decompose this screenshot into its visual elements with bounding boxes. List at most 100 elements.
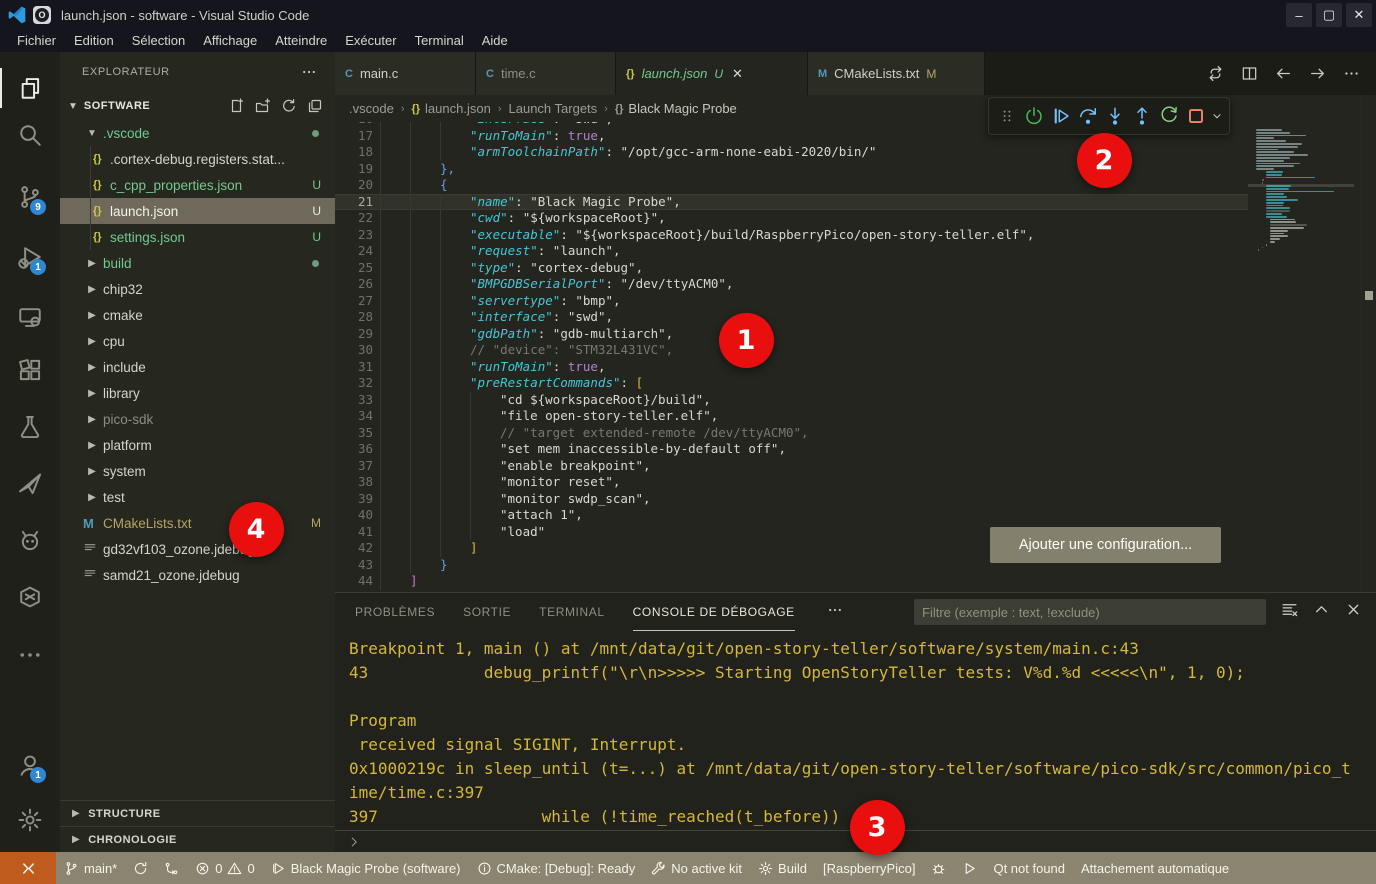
status-debug-configuration[interactable]: Black Magic Probe (software) (263, 852, 469, 884)
activity-item-search[interactable] (0, 113, 60, 157)
power-button[interactable] (1020, 101, 1047, 131)
chevron-down-button[interactable] (1209, 101, 1225, 131)
tree-folder-chip32[interactable]: ▶chip32 (60, 276, 335, 302)
close-tab-icon[interactable]: ✕ (732, 66, 743, 82)
panel-tab-probl-mes[interactable]: PROBLÈMES (355, 593, 435, 631)
status-cmake-build[interactable]: Build (750, 852, 815, 884)
split-editor-icon[interactable] (1241, 65, 1258, 82)
minimize-button[interactable]: – (1286, 3, 1312, 27)
activity-item-extensions[interactable] (0, 348, 60, 392)
menu-item-sélection[interactable]: Sélection (123, 30, 194, 52)
minimap[interactable] (1248, 125, 1354, 585)
tree-file-launch-json[interactable]: {}launch.jsonU (60, 198, 335, 224)
tree-folder-cmake[interactable]: ▶cmake (60, 302, 335, 328)
breadcrumb-item[interactable]: {}Black Magic Probe (615, 101, 737, 116)
status-cmake-status[interactable]: CMake: [Debug]: Ready (469, 852, 644, 884)
status-auto-attach[interactable]: Attachement automatique (1073, 852, 1237, 884)
step-into-button[interactable] (1101, 101, 1128, 131)
tree-folder-platform[interactable]: ▶platform (60, 432, 335, 458)
tree-folder-build[interactable]: ▶build (60, 250, 335, 276)
tree-file-c-cpp-properties-json[interactable]: {}c_cpp_properties.jsonU (60, 172, 335, 198)
status-debug-target[interactable] (923, 852, 954, 884)
breadcrumb-item[interactable]: Launch Targets (509, 101, 598, 116)
activity-item-manage[interactable] (0, 798, 60, 842)
activity-item-remote-explorer[interactable] (0, 295, 60, 339)
step-over-button[interactable] (1074, 101, 1101, 131)
activity-item-explorer[interactable] (0, 66, 60, 110)
new-folder-icon[interactable] (255, 98, 271, 114)
panel-tab-terminal[interactable]: TERMINAL (539, 593, 604, 631)
breadcrumb-item[interactable]: {}launch.json (411, 101, 490, 116)
collapse-all-icon[interactable] (307, 98, 323, 114)
add-configuration-button[interactable]: Ajouter une configuration... (990, 527, 1221, 563)
tree-folder-include[interactable]: ▶include (60, 354, 335, 380)
menu-item-terminal[interactable]: Terminal (406, 30, 473, 52)
more-icon[interactable] (1343, 65, 1360, 82)
arrow-left-icon[interactable] (1275, 65, 1292, 82)
status-problems[interactable]: 00 (187, 852, 262, 884)
breadcrumb-item[interactable]: .vscode (349, 101, 394, 116)
menu-item-atteindre[interactable]: Atteindre (266, 30, 336, 52)
status-git-sync[interactable] (125, 852, 156, 884)
menu-item-fichier[interactable]: Fichier (8, 30, 65, 52)
debug-console-filter-input[interactable] (914, 599, 1266, 625)
collapse-panel-icon[interactable] (1313, 601, 1330, 618)
activity-item-nsis[interactable] (0, 575, 60, 619)
tree-folder-system[interactable]: ▶system (60, 458, 335, 484)
status-launch-target[interactable] (954, 852, 985, 884)
status-git-branch[interactable]: main* (56, 852, 125, 884)
tab-launch-json[interactable]: {}launch.jsonU✕ (616, 52, 808, 95)
tab-main-c[interactable]: Cmain.c (335, 52, 476, 95)
tree-folder-test[interactable]: ▶test (60, 484, 335, 510)
activity-item-additional-views[interactable] (0, 633, 60, 677)
status-qt-status[interactable]: Qt not found (985, 852, 1073, 884)
panel-tab-sortie[interactable]: SORTIE (463, 593, 511, 631)
code-editor[interactable]: 16"interface": "swd",17"runToMain": true… (335, 122, 1248, 592)
more-panel-tabs-icon[interactable] (827, 602, 843, 623)
status-remote-indicator[interactable] (0, 852, 56, 884)
restart-button[interactable] (1155, 101, 1182, 131)
clear-console-icon[interactable] (1281, 601, 1298, 618)
tree-folder-library[interactable]: ▶library (60, 380, 335, 406)
tree-folder-pico-sdk[interactable]: ▶pico-sdk (60, 406, 335, 432)
tree-file-cmakelists-txt[interactable]: MCMakeLists.txtM (60, 510, 335, 536)
activity-item-cortex-debug[interactable] (0, 518, 60, 562)
tree-folder--vscode[interactable]: ▼.vscode (60, 120, 335, 146)
tree-file-settings-json[interactable]: {}settings.jsonU (60, 224, 335, 250)
step-out-button[interactable] (1128, 101, 1155, 131)
close-button[interactable]: ✕ (1346, 3, 1372, 27)
close-panel-icon[interactable] (1345, 601, 1362, 618)
status-cmake-kit[interactable]: No active kit (643, 852, 750, 884)
debug-console-output[interactable]: Breakpoint 1, main () at /mnt/data/git/o… (335, 631, 1376, 831)
panel-tab-console-de-d-bogage[interactable]: CONSOLE DE DÉBOGAGE (633, 593, 795, 631)
editor-scrollbar[interactable] (1361, 95, 1376, 592)
section-timeline[interactable]: ▶ CHRONOLOGIE (60, 826, 335, 852)
tree-file--cortex-debug-registers-stat-[interactable]: {}.cortex-debug.registers.stat... (60, 146, 335, 172)
menu-item-affichage[interactable]: Affichage (194, 30, 266, 52)
arrow-right-icon[interactable] (1309, 65, 1326, 82)
activity-item-platformio[interactable] (0, 461, 60, 505)
new-file-icon[interactable] (229, 98, 245, 114)
menu-item-aide[interactable]: Aide (473, 30, 517, 52)
workspace-section-header[interactable]: ▼ SOFTWARE (60, 92, 335, 120)
activity-item-run-and-debug[interactable]: 1 (0, 235, 60, 279)
status-build-target[interactable]: [RaspberryPico] (815, 852, 923, 884)
maximize-button[interactable]: ▢ (1316, 3, 1342, 27)
tab-time-c[interactable]: Ctime.c (476, 52, 616, 95)
compare-changes-icon[interactable] (1207, 65, 1224, 82)
activity-item-source-control[interactable]: 9 (0, 175, 60, 219)
refresh-icon[interactable] (281, 98, 297, 114)
tree-file-gd32vf103-ozone-jdebug[interactable]: gd32vf103_ozone.jdebug (60, 536, 335, 562)
tree-folder-cpu[interactable]: ▶cpu (60, 328, 335, 354)
menu-item-edition[interactable]: Edition (65, 30, 123, 52)
tab-CMakeLists-txt[interactable]: MCMakeLists.txtM (808, 52, 985, 95)
stop-button[interactable] (1182, 101, 1209, 131)
status-gitlens-compare[interactable] (156, 852, 187, 884)
more-actions-icon[interactable] (301, 64, 317, 80)
tree-file-samd21-ozone-jdebug[interactable]: samd21_ozone.jdebug (60, 562, 335, 588)
activity-item-testing[interactable] (0, 405, 60, 449)
menu-item-exécuter[interactable]: Exécuter (336, 30, 405, 52)
continue-button[interactable] (1047, 101, 1074, 131)
section-structure[interactable]: ▶ STRUCTURE (60, 800, 335, 826)
activity-item-accounts[interactable]: 1 (0, 743, 60, 787)
